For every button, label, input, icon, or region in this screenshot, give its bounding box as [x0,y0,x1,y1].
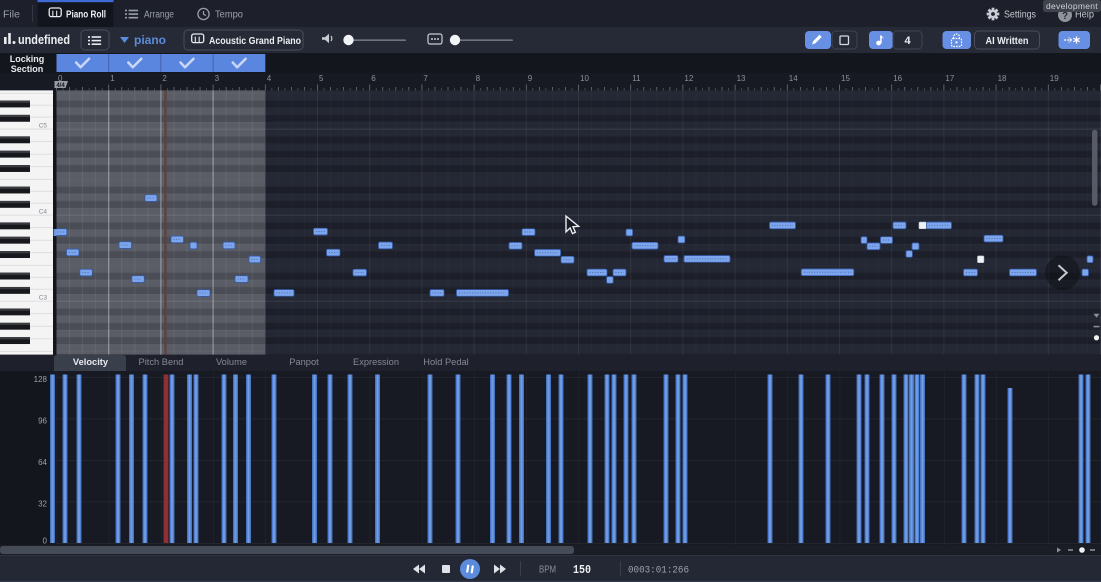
svg-text:5: 5 [319,74,324,83]
svg-text:14: 14 [789,74,798,83]
svg-text:3: 3 [215,74,220,83]
svg-text:4/4: 4/4 [56,83,65,89]
svg-text:6: 6 [371,74,376,83]
svg-text:32: 32 [38,500,47,509]
svg-text:1: 1 [110,74,115,83]
svg-text:9: 9 [528,74,533,83]
svg-text:64: 64 [38,458,47,467]
svg-text:128: 128 [34,375,48,384]
svg-text:13: 13 [737,74,746,83]
svg-text:19: 19 [1050,74,1059,83]
svg-text:15: 15 [841,74,850,83]
svg-text:7: 7 [423,74,428,83]
svg-text:Tempo: Tempo [215,10,243,21]
svg-text:Settings: Settings [1004,9,1036,21]
svg-text:150: 150 [573,563,591,577]
svg-text:17: 17 [945,74,954,83]
svg-text:18: 18 [998,74,1007,83]
svg-text:2: 2 [162,74,167,83]
svg-text:AI Written: AI Written [986,35,1029,47]
svg-text:Piano Roll: Piano Roll [66,9,106,21]
svg-text:16: 16 [893,74,902,83]
svg-text:C5: C5 [39,123,48,130]
svg-text:8: 8 [476,74,481,83]
svg-text:BPM: BPM [539,565,556,576]
svg-text:12: 12 [684,74,693,83]
svg-text:4: 4 [267,74,272,83]
svg-text:4: 4 [904,35,911,47]
svg-text:10: 10 [580,74,589,83]
svg-text:piano: piano [134,33,166,47]
svg-text:File: File [3,9,20,21]
svg-text:undefined: undefined [18,33,70,47]
svg-text:11: 11 [632,74,641,83]
svg-text:C4: C4 [39,209,48,216]
svg-text:0003:01:266: 0003:01:266 [628,565,689,577]
svg-text:0: 0 [43,537,48,546]
svg-text:C3: C3 [39,295,48,302]
svg-text:Arrange: Arrange [144,10,174,21]
svg-text:development: development [1046,1,1098,11]
svg-text:?: ? [1062,11,1068,22]
svg-text:Acoustic Grand Piano: Acoustic Grand Piano [209,36,301,47]
svg-text:96: 96 [38,417,47,426]
